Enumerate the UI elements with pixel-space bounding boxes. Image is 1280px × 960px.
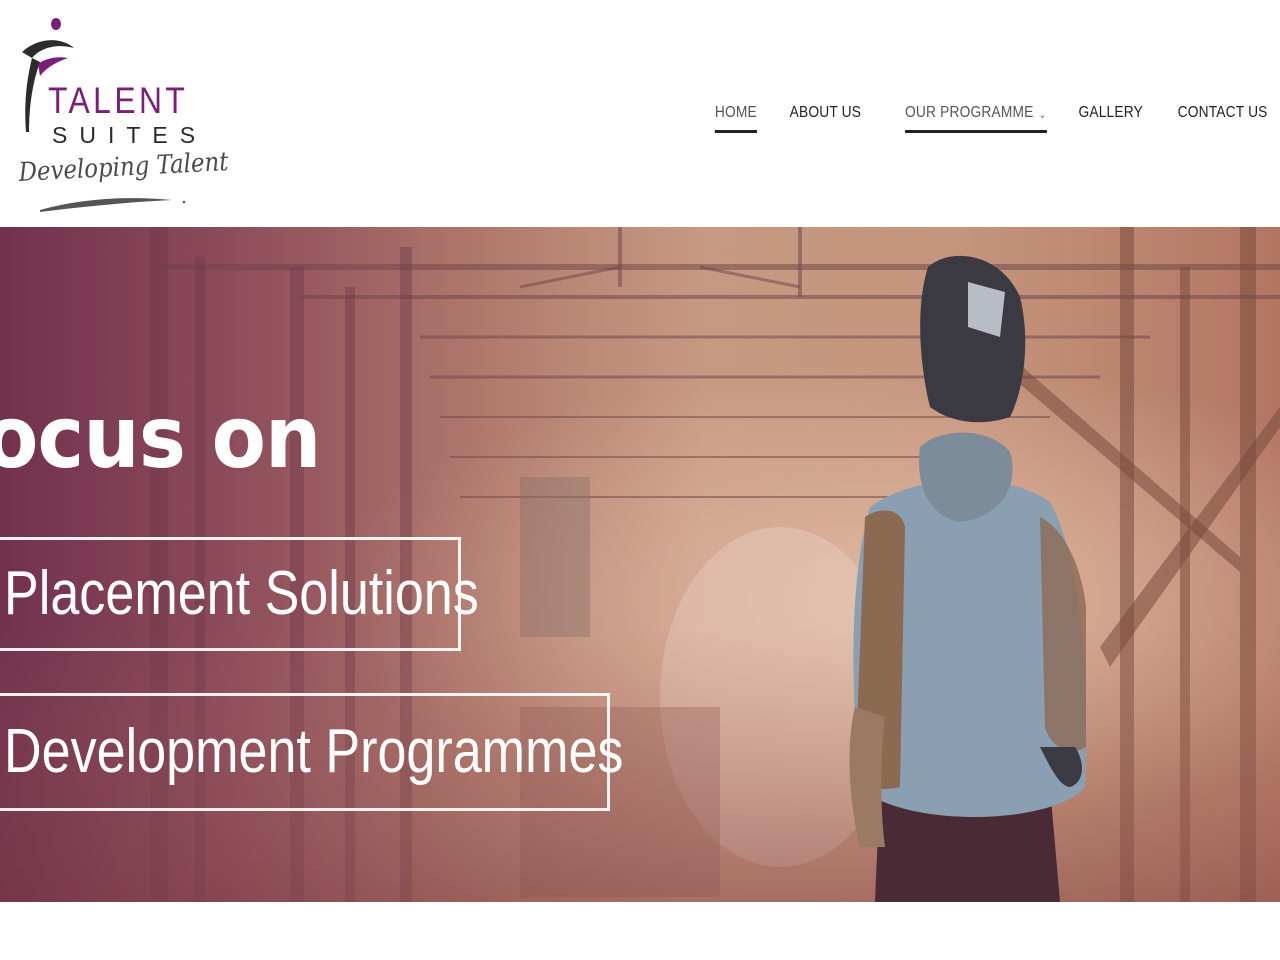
nav-about-us-label: ABOUT US — [789, 104, 861, 121]
page: TALENT SUITES Developing Talent HOME ABO… — [0, 0, 1280, 960]
nav-gallery[interactable]: GALLERY — [1078, 100, 1142, 126]
hero-headline: ocus on — [0, 388, 321, 488]
nav-about-us[interactable]: ABOUT US — [789, 100, 860, 126]
hero-box-development-programmes: Development Programmes — [0, 693, 623, 811]
site-header: TALENT SUITES Developing Talent HOME ABO… — [0, 0, 1280, 227]
main-nav: HOME ABOUT US OUR PROGRAMME ⌄ GALLERY CO… — [687, 100, 1268, 133]
hero-banner: ocus on Placement Solutions Development … — [0, 227, 1280, 902]
nav-home[interactable]: HOME — [714, 100, 757, 133]
logo-wordmark-talent: TALENT — [48, 80, 189, 121]
site-logo[interactable]: TALENT SUITES Developing Talent — [12, 12, 229, 217]
hero-box-placement-solutions-label: Placement Solutions — [4, 559, 479, 628]
chevron-down-icon[interactable]: ⌄ — [1038, 108, 1046, 121]
nav-contact-us-label: CONTACT US — [1178, 104, 1268, 121]
nav-our-programme[interactable]: OUR PROGRAMME ⌄ — [904, 100, 1047, 133]
hero-box-development-programmes-label: Development Programmes — [4, 717, 624, 786]
hero-box-placement-solutions: Placement Solutions — [0, 537, 479, 651]
nav-contact-us[interactable]: CONTACT US — [1178, 100, 1268, 126]
nav-our-programme-label: OUR PROGRAMME — [904, 104, 1034, 121]
nav-home-label: HOME — [714, 104, 757, 121]
logo-wordmark-suites: SUITES — [52, 122, 208, 148]
nav-gallery-label: GALLERY — [1078, 104, 1143, 121]
